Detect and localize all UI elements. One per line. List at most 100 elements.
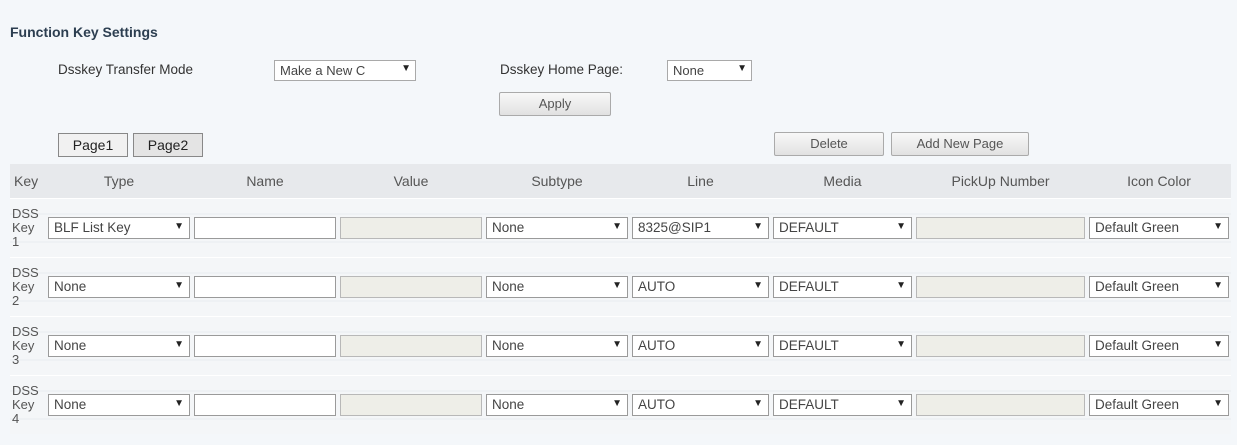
icon-color-value: Default Green: [1095, 279, 1180, 294]
line-select[interactable]: AUTO ▼: [632, 394, 769, 416]
key-label-line3: 3: [12, 352, 20, 367]
pickup-number-input[interactable]: [916, 394, 1085, 416]
icon-color-select[interactable]: Default Green ▼: [1089, 276, 1229, 298]
line-select[interactable]: AUTO ▼: [632, 276, 769, 298]
chevron-down-icon: ▼: [174, 339, 184, 350]
home-page-select[interactable]: None ▼: [667, 60, 752, 81]
name-input[interactable]: [194, 276, 336, 298]
type-select[interactable]: None ▼: [48, 394, 190, 416]
icon-color-select[interactable]: Default Green ▼: [1089, 394, 1229, 416]
key-label-line2: Key: [12, 397, 35, 412]
section-title: Function Key Settings: [10, 24, 158, 40]
table-row: DSS Key 2 None ▼ None ▼ AUTO ▼ DEFAULT ▼…: [10, 257, 1231, 317]
type-select[interactable]: BLF List Key ▼: [48, 217, 190, 239]
key-label-line3: 1: [12, 234, 20, 249]
line-select[interactable]: 8325@SIP1 ▼: [632, 217, 769, 239]
chevron-down-icon: ▼: [737, 63, 747, 74]
chevron-down-icon: ▼: [896, 280, 906, 291]
key-label-line1: DSS: [12, 324, 39, 339]
table-row: DSS Key 1 BLF List Key ▼ None ▼ 8325@SIP…: [10, 198, 1231, 258]
icon-color-value: Default Green: [1095, 338, 1180, 353]
key-label: DSS Key 3: [10, 325, 46, 367]
line-select[interactable]: AUTO ▼: [632, 335, 769, 357]
subtype-select[interactable]: None ▼: [486, 335, 628, 357]
key-label: DSS Key 4: [10, 384, 46, 426]
type-select[interactable]: None ▼: [48, 276, 190, 298]
media-select[interactable]: DEFAULT ▼: [773, 335, 912, 357]
key-label-line1: DSS: [12, 383, 39, 398]
chevron-down-icon: ▼: [896, 221, 906, 232]
chevron-down-icon: ▼: [612, 398, 622, 409]
header-media: Media: [771, 164, 914, 199]
icon-color-select[interactable]: Default Green ▼: [1089, 217, 1229, 239]
delete-button[interactable]: Delete: [774, 132, 884, 156]
line-value: AUTO: [638, 338, 676, 353]
icon-color-select[interactable]: Default Green ▼: [1089, 335, 1229, 357]
chevron-down-icon: ▼: [174, 398, 184, 409]
pickup-number-input[interactable]: [916, 217, 1085, 239]
key-cell: DSS Key 3: [10, 316, 46, 376]
value-input[interactable]: [340, 276, 482, 298]
name-input[interactable]: [194, 394, 336, 416]
pickup-number-input[interactable]: [916, 276, 1085, 298]
subtype-select[interactable]: None ▼: [486, 394, 628, 416]
value-input[interactable]: [340, 394, 482, 416]
chevron-down-icon: ▼: [753, 280, 763, 291]
media-value: DEFAULT: [779, 397, 839, 412]
key-label: DSS Key 1: [10, 207, 46, 249]
transfer-mode-select[interactable]: Make a New C ▼: [274, 60, 416, 81]
key-label-line1: DSS: [12, 206, 39, 221]
tab-page1[interactable]: Page1: [58, 133, 128, 157]
table-header-row: Key Type Name Value Subtype Line Media P…: [10, 164, 1231, 199]
table-row: DSS Key 4 None ▼ None ▼ AUTO ▼ DEFAULT ▼…: [10, 375, 1231, 434]
chevron-down-icon: ▼: [753, 221, 763, 232]
key-label-line2: Key: [12, 220, 35, 235]
header-pickup-number: PickUp Number: [914, 164, 1087, 199]
apply-button[interactable]: Apply: [499, 92, 611, 116]
chevron-down-icon: ▼: [1213, 398, 1223, 409]
header-type: Type: [46, 164, 192, 199]
add-new-page-button[interactable]: Add New Page: [891, 132, 1029, 156]
key-cell: DSS Key 2: [10, 257, 46, 317]
media-select[interactable]: DEFAULT ▼: [773, 217, 912, 239]
type-select[interactable]: None ▼: [48, 335, 190, 357]
key-label-line2: Key: [12, 338, 35, 353]
subtype-value: None: [492, 279, 525, 294]
value-input[interactable]: [340, 217, 482, 239]
chevron-down-icon: ▼: [612, 221, 622, 232]
key-cell: DSS Key 4: [10, 375, 46, 434]
chevron-down-icon: ▼: [753, 339, 763, 350]
key-label-line2: Key: [12, 279, 35, 294]
chevron-down-icon: ▼: [174, 280, 184, 291]
header-key: Key: [10, 164, 46, 199]
media-select[interactable]: DEFAULT ▼: [773, 394, 912, 416]
chevron-down-icon: ▼: [401, 63, 411, 74]
chevron-down-icon: ▼: [1213, 221, 1223, 232]
header-name: Name: [192, 164, 338, 199]
tab-page2[interactable]: Page2: [133, 133, 203, 157]
chevron-down-icon: ▼: [1213, 280, 1223, 291]
subtype-select[interactable]: None ▼: [486, 276, 628, 298]
subtype-select[interactable]: None ▼: [486, 217, 628, 239]
pickup-number-input[interactable]: [916, 335, 1085, 357]
type-value: BLF List Key: [54, 220, 131, 235]
table-row: DSS Key 3 None ▼ None ▼ AUTO ▼ DEFAULT ▼…: [10, 316, 1231, 376]
name-input[interactable]: [194, 335, 336, 357]
home-page-value: None: [673, 63, 705, 78]
header-icon-color: Icon Color: [1087, 164, 1231, 199]
name-input[interactable]: [194, 217, 336, 239]
media-select[interactable]: DEFAULT ▼: [773, 276, 912, 298]
subtype-value: None: [492, 397, 525, 412]
header-line: Line: [630, 164, 771, 199]
line-value: 8325@SIP1: [638, 220, 712, 235]
chevron-down-icon: ▼: [612, 280, 622, 291]
type-value: None: [54, 397, 87, 412]
icon-color-value: Default Green: [1095, 220, 1180, 235]
subtype-value: None: [492, 338, 525, 353]
transfer-mode-value: Make a New C: [280, 63, 366, 78]
header-value: Value: [338, 164, 484, 199]
value-input[interactable]: [340, 335, 482, 357]
icon-color-value: Default Green: [1095, 397, 1180, 412]
subtype-value: None: [492, 220, 525, 235]
media-value: DEFAULT: [779, 338, 839, 353]
